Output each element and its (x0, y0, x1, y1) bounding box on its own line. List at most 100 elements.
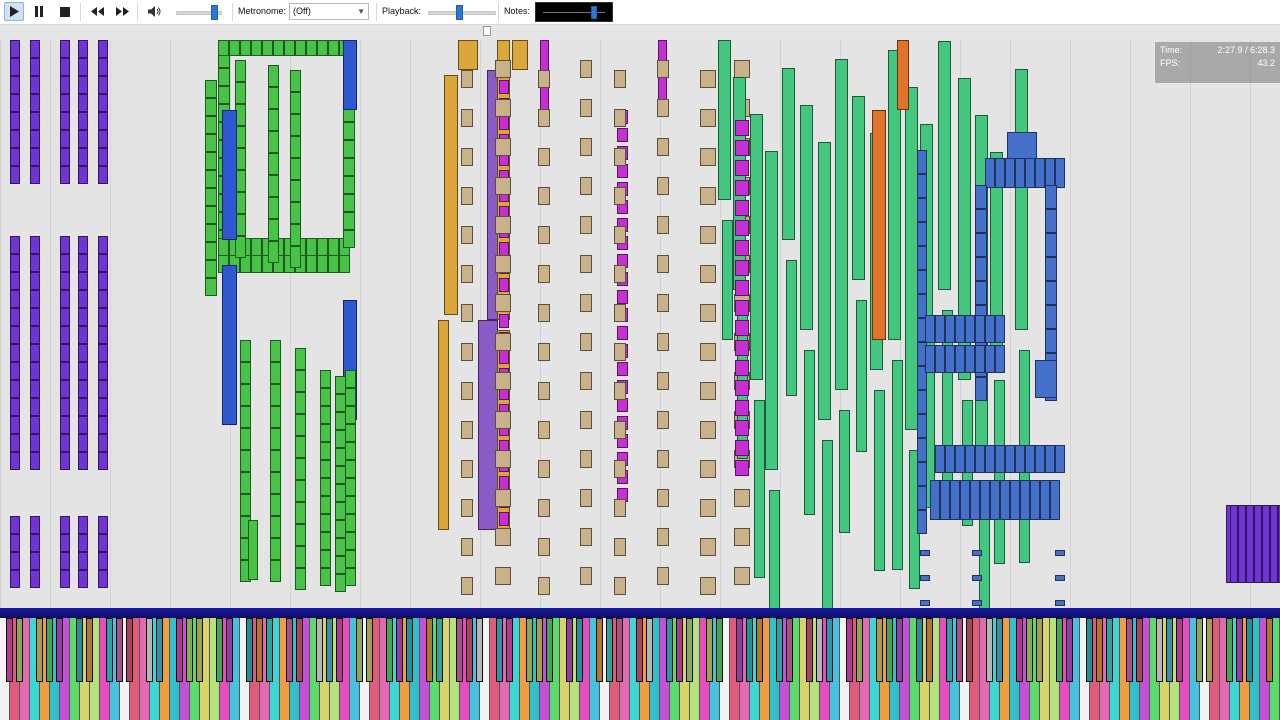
midi-note (78, 326, 88, 344)
midi-note (917, 462, 927, 486)
pause-button[interactable] (29, 2, 49, 21)
midi-note (461, 343, 473, 361)
fast-forward-icon (115, 7, 129, 16)
midi-note (30, 76, 40, 94)
midi-note (78, 40, 88, 58)
midi-note (1055, 600, 1065, 606)
midi-note (240, 428, 251, 450)
midi-note (1020, 480, 1030, 520)
volume-slider[interactable] (176, 5, 222, 20)
notes-slider[interactable] (535, 2, 613, 22)
midi-note (10, 112, 20, 130)
midi-note (538, 109, 550, 127)
notes-slider-thumb[interactable] (591, 6, 597, 19)
piano-key-black (176, 618, 183, 682)
toolbar-separator (137, 3, 138, 21)
piano-key-black (336, 618, 343, 682)
toolbar-separator (232, 3, 233, 21)
piano-key-black (946, 618, 953, 682)
pause-icon (35, 6, 43, 17)
midi-note (295, 568, 306, 590)
piano-key-black (966, 618, 973, 682)
stop-button[interactable] (55, 2, 75, 21)
volume-button[interactable] (144, 2, 164, 21)
midi-note (30, 148, 40, 166)
piano-key-black (1266, 618, 1273, 682)
volume-slider-thumb[interactable] (211, 5, 218, 20)
midi-note (614, 226, 626, 244)
piano-key-black (116, 618, 123, 682)
midi-note (617, 290, 628, 304)
piano-key-black (1166, 618, 1173, 682)
midi-note (98, 452, 108, 470)
midi-note (700, 538, 716, 556)
midi-note (270, 560, 281, 582)
piano-key-black (196, 618, 203, 682)
midi-note (98, 236, 108, 254)
midi-note (735, 420, 749, 436)
midi-note (218, 86, 230, 104)
seek-bar[interactable] (0, 31, 1280, 32)
playback-speed-slider[interactable] (428, 5, 496, 20)
midi-note (657, 528, 669, 546)
midi-note (1055, 445, 1065, 473)
playback-speed-slider-thumb[interactable] (456, 5, 463, 20)
fast-forward-button[interactable] (112, 2, 132, 21)
midi-note (800, 105, 813, 330)
midi-note (345, 514, 356, 532)
midi-note (538, 460, 550, 478)
grid-line (1190, 40, 1191, 608)
play-button[interactable] (4, 2, 24, 21)
midi-note (222, 110, 237, 240)
midi-note (735, 140, 749, 156)
piano-key-black (1036, 618, 1043, 682)
midi-note (700, 382, 716, 400)
piano-key-black (776, 618, 783, 682)
midi-note (10, 166, 20, 184)
midi-note (222, 265, 237, 425)
midi-note (10, 290, 20, 308)
midi-note (268, 109, 279, 131)
piano-key-black (1096, 618, 1103, 682)
midi-note (270, 340, 281, 362)
midi-note (972, 600, 982, 606)
rewind-button[interactable] (87, 2, 107, 21)
metronome-select[interactable]: (Off) ▼ (289, 3, 369, 20)
midi-note (735, 300, 749, 316)
piano-key-black (856, 618, 863, 682)
midi-note (1030, 480, 1040, 520)
midi-note (822, 440, 833, 608)
midi-note (512, 40, 528, 70)
seek-handle[interactable] (483, 26, 491, 36)
midi-note (461, 499, 473, 517)
midi-note (735, 260, 749, 276)
midi-note (345, 424, 356, 442)
midi-note (268, 219, 279, 241)
midi-note (60, 112, 70, 130)
midi-note (1010, 480, 1020, 520)
piano-key-black (826, 618, 833, 682)
piano-roll (0, 40, 1280, 608)
midi-note (98, 166, 108, 184)
midi-note (920, 600, 930, 606)
midi-note (306, 40, 317, 56)
midi-note (295, 524, 306, 546)
midi-note (78, 130, 88, 148)
piano-key-black (46, 618, 53, 682)
midi-note (617, 164, 628, 178)
midi-note (917, 510, 927, 534)
midi-note (10, 416, 20, 434)
midi-note (218, 68, 230, 86)
midi-note (985, 315, 995, 343)
midi-note (306, 238, 317, 256)
midi-note (935, 315, 945, 343)
midi-note (78, 362, 88, 380)
midi-note (78, 380, 88, 398)
midi-note (975, 185, 987, 209)
midi-note (218, 40, 229, 56)
midi-note (60, 380, 70, 398)
piano-key-black (1156, 618, 1163, 682)
midi-note (499, 242, 509, 256)
midi-note (343, 158, 355, 176)
midi-note (839, 410, 850, 533)
